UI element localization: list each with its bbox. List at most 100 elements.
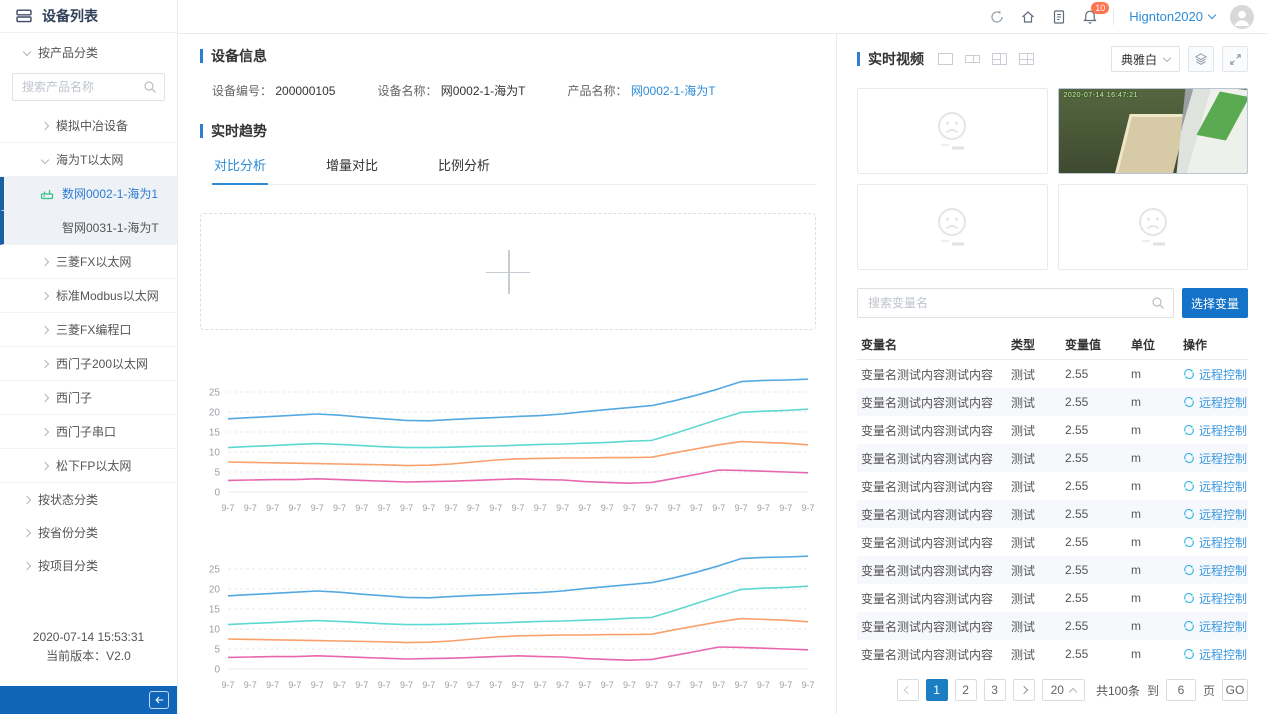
go-button[interactable]: GO (1222, 679, 1248, 701)
tree-item[interactable]: 三菱FX以太网 (0, 245, 177, 279)
remote-control-link[interactable]: 远程控制 (1183, 394, 1248, 411)
notification-bell-icon[interactable]: 10 (1082, 9, 1098, 25)
document-icon[interactable] (1051, 9, 1067, 25)
category-item[interactable]: 按项目分类 (0, 549, 177, 582)
remote-control-icon (1183, 508, 1195, 520)
remote-control-link[interactable]: 远程控制 (1183, 646, 1248, 663)
collapse-sidebar-icon[interactable] (149, 691, 169, 709)
column-header: 类型 (1011, 336, 1065, 353)
sidebar-group-product[interactable]: 按产品分类 (0, 33, 177, 71)
tree-item[interactable]: 松下FP以太网 (0, 449, 177, 483)
cell-type: 测试 (1011, 450, 1065, 467)
page-button[interactable]: 1 (926, 679, 948, 701)
fullscreen-icon[interactable] (1222, 46, 1248, 72)
svg-text:9-7: 9-7 (735, 680, 748, 690)
svg-text:9-7: 9-7 (801, 680, 814, 690)
cell-unit: m (1131, 535, 1183, 549)
cell-type: 测试 (1011, 506, 1065, 523)
video-placeholder-icon (922, 109, 982, 153)
video-layout-1-icon[interactable] (938, 53, 953, 65)
tree-item[interactable]: 西门子串口 (0, 415, 177, 449)
remote-control-icon (1183, 424, 1195, 436)
refresh-icon[interactable] (989, 9, 1005, 25)
video-slot-2-live[interactable]: 2020-07-14 16:47:21 (1058, 88, 1249, 174)
remote-control-icon (1183, 452, 1195, 464)
tab[interactable]: 比例分析 (436, 145, 492, 184)
svg-text:9-7: 9-7 (489, 680, 502, 690)
goto-page-input[interactable]: 6 (1166, 679, 1196, 701)
svg-text:9-7: 9-7 (445, 680, 458, 690)
page-button[interactable]: 3 (984, 679, 1006, 701)
content: 设备信息 设备编号： 200000105 设备名称： 网0002-1-海为T (178, 34, 1268, 714)
next-page-button[interactable] (1013, 679, 1035, 701)
layers-icon[interactable] (1188, 46, 1214, 72)
video-layout-2-icon[interactable] (965, 55, 980, 63)
pagination: 123 20 共100条 到 6 页 GO (857, 679, 1248, 701)
svg-text:10: 10 (209, 448, 221, 459)
tree-item[interactable]: 模拟中冶设备 (0, 109, 177, 143)
video-slot-1[interactable] (857, 88, 1048, 174)
tree-item[interactable]: 智网0031-1-海为T (0, 211, 177, 245)
column-header: 变量值 (1065, 336, 1131, 353)
remote-control-link[interactable]: 远程控制 (1183, 562, 1248, 579)
table-row: 变量名测试内容测试内容 测试 2.55 m 远程控制 (857, 500, 1248, 528)
video-layout-4-icon[interactable] (1019, 53, 1034, 65)
tree-item[interactable]: 海为T以太网 (0, 143, 177, 177)
cell-type: 测试 (1011, 366, 1065, 383)
remote-control-link[interactable]: 远程控制 (1183, 534, 1248, 551)
tab[interactable]: 对比分析 (212, 145, 268, 184)
user-avatar[interactable] (1230, 5, 1254, 29)
svg-text:9-7: 9-7 (779, 680, 792, 690)
svg-text:9-7: 9-7 (311, 503, 324, 513)
remote-control-icon (1183, 368, 1195, 380)
sidebar-body: 按产品分类 模拟中冶设备 (0, 33, 177, 714)
remote-control-link[interactable]: 远程控制 (1183, 450, 1248, 467)
table-row: 变量名测试内容测试内容 测试 2.55 m 远程控制 (857, 584, 1248, 612)
page-size-select[interactable]: 20 (1042, 679, 1085, 701)
svg-text:9-7: 9-7 (623, 503, 636, 513)
tree-item-label: 标准Modbus以太网 (56, 287, 159, 304)
remote-control-link[interactable]: 远程控制 (1183, 590, 1248, 607)
video-layout-3-icon[interactable] (992, 53, 1007, 65)
device-info-fields: 设备编号： 200000105 设备名称： 网0002-1-海为T 产品名称： … (212, 82, 816, 99)
variable-search-input[interactable] (857, 288, 1174, 318)
remote-control-link[interactable]: 远程控制 (1183, 422, 1248, 439)
chevron-down-icon (1163, 53, 1171, 61)
remote-control-link[interactable]: 远程控制 (1183, 478, 1248, 495)
theme-select[interactable]: 典雅白 (1111, 46, 1180, 72)
cell-unit: m (1131, 395, 1183, 409)
remote-control-link[interactable]: 远程控制 (1183, 366, 1248, 383)
tree-item[interactable]: 西门子 (0, 381, 177, 415)
page-button[interactable]: 2 (955, 679, 977, 701)
chevron-right-icon (23, 561, 31, 569)
tree-item-label: 西门子200以太网 (56, 355, 148, 372)
tree-item[interactable]: 标准Modbus以太网 (0, 279, 177, 313)
tree-item[interactable]: 三菱FX编程口 (0, 313, 177, 347)
remote-control-link[interactable]: 远程控制 (1183, 618, 1248, 635)
tab[interactable]: 增量对比 (324, 145, 380, 184)
svg-text:9-7: 9-7 (489, 503, 502, 513)
prev-page-button[interactable] (897, 679, 919, 701)
home-icon[interactable] (1020, 9, 1036, 25)
footer-version: 当前版本：V2.0 (0, 647, 177, 666)
category-item[interactable]: 按省份分类 (0, 516, 177, 549)
add-chart-box[interactable] (200, 213, 816, 330)
info-field-value: 200000105 (275, 84, 335, 98)
tree-item[interactable]: 数网0002-1-海为1 (0, 177, 177, 211)
user-menu[interactable]: Hignton2020 (1129, 9, 1215, 24)
remote-control-link[interactable]: 远程控制 (1183, 506, 1248, 523)
tree-item[interactable]: 西门子200以太网 (0, 347, 177, 381)
info-field-label: 设备名称： (377, 84, 437, 98)
video-slot-3[interactable] (857, 184, 1048, 270)
column-header: 单位 (1131, 336, 1183, 353)
trend-chart-1: 05101520259-79-79-79-79-79-79-79-79-79-7… (200, 364, 816, 521)
svg-text:9-7: 9-7 (333, 680, 346, 690)
video-layout-switcher (938, 53, 1034, 65)
app-root: 设备列表 按产品分类 (0, 0, 1268, 714)
video-slot-4[interactable] (1058, 184, 1249, 270)
variable-table: 变量名类型变量值单位操作 变量名测试内容测试内容 测试 2.55 m (857, 330, 1248, 668)
category-item[interactable]: 按状态分类 (0, 483, 177, 516)
select-variable-button[interactable]: 选择变量 (1182, 288, 1248, 318)
svg-text:9-7: 9-7 (422, 503, 435, 513)
cell-type: 测试 (1011, 478, 1065, 495)
